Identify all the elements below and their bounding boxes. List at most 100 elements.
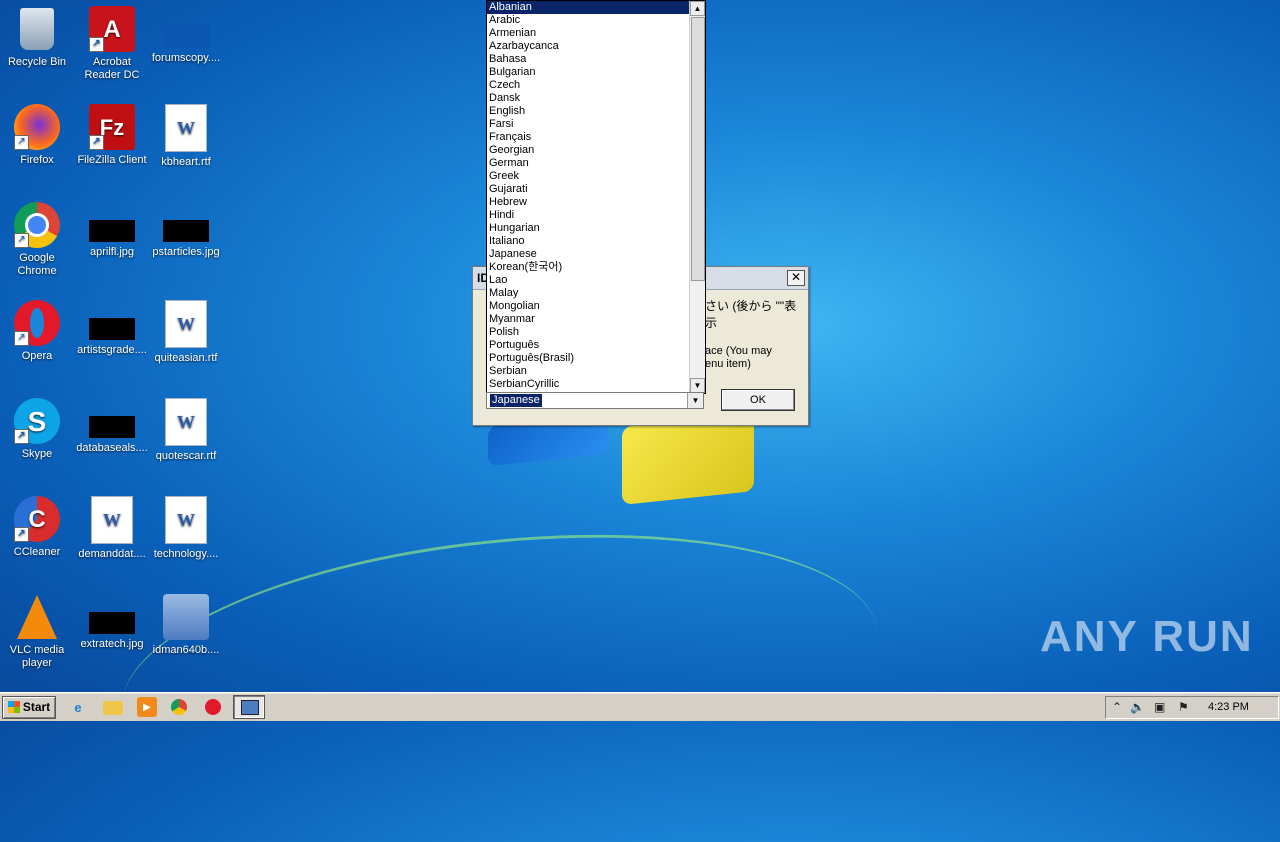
desktop-icon-skype[interactable]: S ↗ Skype [0, 398, 74, 461]
language-option[interactable]: Dansk [487, 92, 689, 105]
internet-explorer-icon[interactable]: e [68, 697, 88, 717]
taskbar: Start e ▶ ⌃ 🔈 ▣ ⚑ 4:23 PM [0, 692, 1280, 721]
network-icon[interactable]: ▣ [1154, 700, 1165, 714]
volume-icon[interactable]: 🔈 [1130, 700, 1145, 714]
desktop-icon-label: quiteasian.rtf [154, 352, 218, 364]
desktop-icon-label: demanddat.... [78, 548, 146, 560]
desktop-icon-label: FileZilla Client [77, 154, 147, 166]
language-option[interactable]: Malay [487, 287, 689, 300]
desktop-icon-quiteasian[interactable]: W quiteasian.rtf [149, 300, 223, 365]
word-document-icon: W [165, 496, 207, 544]
shortcut-arrow-icon: ↗ [14, 233, 29, 248]
scroll-thumb[interactable] [691, 17, 705, 281]
desktop-icon-quotescar[interactable]: W quotescar.rtf [149, 398, 223, 463]
chrome-taskbar-icon[interactable] [171, 699, 187, 715]
image-file-icon [89, 612, 135, 634]
scroll-down-icon[interactable]: ▼ [690, 378, 705, 393]
language-option[interactable]: Arabic [487, 14, 689, 27]
language-option[interactable]: Korean(한국어) [487, 261, 689, 274]
wallpaper-flag-yellow [622, 413, 754, 505]
language-option[interactable]: SerbianCyrillic [487, 378, 689, 391]
desktop-icon-chrome[interactable]: ↗ Google Chrome [0, 202, 74, 278]
dialog-message-line: ace (You may [705, 345, 772, 357]
desktop-icon-label: CCleaner [13, 546, 61, 558]
language-option[interactable]: English [487, 105, 689, 118]
language-option[interactable]: Albanian [487, 1, 689, 14]
start-button[interactable]: Start [2, 696, 56, 719]
desktop-icon-extratech[interactable]: extratech.jpg [75, 594, 149, 651]
language-option[interactable]: Mongolian [487, 300, 689, 313]
language-option[interactable]: Armenian [487, 27, 689, 40]
language-option[interactable]: Português [487, 339, 689, 352]
language-select[interactable]: Japanese ▼ [486, 392, 704, 409]
language-option[interactable]: Italiano [487, 235, 689, 248]
image-file-icon [89, 416, 135, 438]
chevron-down-icon[interactable]: ▼ [687, 393, 703, 408]
desktop-icon-demanddat[interactable]: W demanddat.... [75, 496, 149, 561]
desktop-icon-filezilla[interactable]: Fz ↗ FileZilla Client [75, 104, 149, 167]
language-option[interactable]: Azarbaycanca [487, 40, 689, 53]
desktop-icon-label: VLC media player [9, 644, 65, 669]
desktop-icon-artistsgrade[interactable]: artistsgrade.... [75, 300, 149, 357]
action-center-flag-icon[interactable]: ⚑ [1178, 700, 1189, 714]
image-file-icon [163, 220, 209, 242]
opera-icon: ↗ [14, 300, 60, 346]
shortcut-arrow-icon: ↗ [14, 331, 29, 346]
language-option[interactable]: Português(Brasil) [487, 352, 689, 365]
language-option[interactable]: Japanese [487, 248, 689, 261]
language-option[interactable]: Lao [487, 274, 689, 287]
desktop-icon-label: Skype [21, 448, 53, 460]
language-option[interactable]: Serbian [487, 365, 689, 378]
language-list[interactable]: Albanian Arabic Armenian Azarbaycanca Bahasa… [486, 0, 706, 394]
language-option[interactable]: Bahasa [487, 53, 689, 66]
media-player-icon[interactable]: ▶ [137, 697, 157, 717]
language-option[interactable]: Farsi [487, 118, 689, 131]
desktop-icon-idman[interactable]: idman640b.... [149, 594, 223, 657]
scroll-up-icon[interactable]: ▲ [690, 1, 705, 16]
language-option[interactable]: Czech [487, 79, 689, 92]
language-option[interactable]: Gujarati [487, 183, 689, 196]
close-button[interactable]: ✕ [787, 270, 805, 286]
language-option[interactable]: Greek [487, 170, 689, 183]
word-document-icon: W [165, 104, 207, 152]
language-option[interactable]: Hungarian [487, 222, 689, 235]
ok-button[interactable]: OK [721, 389, 795, 411]
desktop-icon-ccleaner[interactable]: C ↗ CCleaner [0, 496, 74, 559]
language-option[interactable]: Georgian [487, 144, 689, 157]
acrobat-reader-icon: A ↗ [89, 6, 135, 52]
desktop-icon-pstarticles[interactable]: pstarticles.jpg [149, 202, 223, 259]
clock[interactable]: 4:23 PM [1208, 701, 1249, 713]
desktop-icon-label: artistsgrade.... [77, 344, 147, 356]
filezilla-icon: Fz ↗ [89, 104, 135, 150]
word-document-icon: W [165, 398, 207, 446]
desktop-icon-forumscopy[interactable]: forumscopy.... [149, 6, 223, 65]
desktop-icon-label: databaseals.... [76, 442, 148, 454]
opera-taskbar-icon[interactable] [205, 699, 221, 715]
language-option[interactable]: Français [487, 131, 689, 144]
language-option[interactable]: Polish [487, 326, 689, 339]
file-explorer-icon[interactable] [103, 701, 123, 715]
desktop-icon-opera[interactable]: ↗ Opera [0, 300, 74, 363]
active-app-taskbar-button[interactable] [233, 695, 265, 719]
show-hidden-icons-icon[interactable]: ⌃ [1112, 700, 1122, 714]
language-list-scrollbar[interactable]: ▲ ▼ [689, 1, 705, 393]
desktop-icon-recycle-bin[interactable]: Recycle Bin [0, 6, 74, 69]
desktop-icon-firefox[interactable]: ↗ Firefox [0, 104, 74, 167]
desktop-icon-aprilfl[interactable]: aprilfl.jpg [75, 202, 149, 259]
desktop-icon-databaseals[interactable]: databaseals.... [75, 398, 149, 455]
desktop-icon-acrobat[interactable]: A ↗ Acrobat Reader DC [75, 6, 149, 82]
vlc-icon [14, 594, 60, 640]
desktop-icon-kbheart[interactable]: W kbheart.rtf [149, 104, 223, 169]
language-option[interactable]: Myanmar [487, 313, 689, 326]
desktop-icon-label: quotescar.rtf [155, 450, 217, 462]
desktop-icon-technology[interactable]: W technology.... [149, 496, 223, 561]
word-document-icon: W [165, 300, 207, 348]
language-option[interactable]: Hebrew [487, 196, 689, 209]
desktop-icon-vlc[interactable]: VLC media player [0, 594, 74, 670]
desktop-icon-label: technology.... [153, 548, 219, 560]
language-option[interactable]: German [487, 157, 689, 170]
language-option[interactable]: Hindi [487, 209, 689, 222]
language-option[interactable]: Bulgarian [487, 66, 689, 79]
anyrun-watermark: ANY RUN [1040, 612, 1254, 661]
image-file-icon [89, 318, 135, 340]
